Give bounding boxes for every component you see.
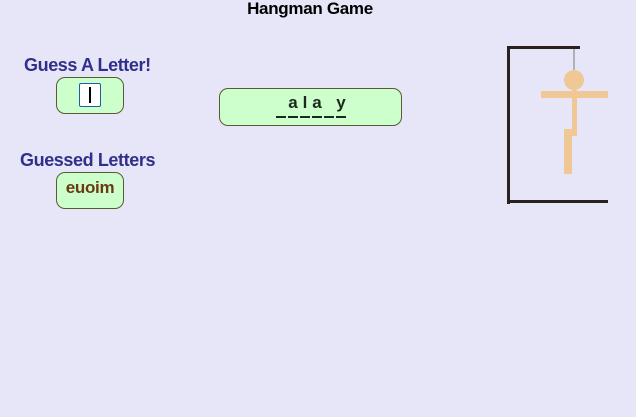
word-slot: y xyxy=(336,94,346,118)
gallows-drawing xyxy=(507,46,608,204)
hangman-head xyxy=(564,70,584,90)
text-cursor xyxy=(89,87,91,103)
word-slot: a xyxy=(288,94,298,118)
guessed-letters-panel: euoim xyxy=(56,172,124,209)
word-slot xyxy=(324,94,334,118)
word-slot: l xyxy=(300,94,310,118)
guess-input-panel xyxy=(56,77,124,114)
word-slot xyxy=(276,94,286,118)
hangman-page: Hangman Game Guess A Letter! Guessed Let… xyxy=(0,0,636,417)
hangman-arms xyxy=(541,91,608,98)
word-panel: a l a y xyxy=(219,88,402,126)
guessed-letters-label: Guessed Letters xyxy=(20,150,156,170)
guessed-letters-value: euoim xyxy=(65,178,115,197)
gallows-base xyxy=(507,200,608,203)
word-display: a l a y xyxy=(276,94,348,118)
word-slot: a xyxy=(312,94,322,118)
page-title: Hangman Game xyxy=(247,0,373,18)
guess-letter-label: Guess A Letter! xyxy=(24,55,151,75)
hangman-leg xyxy=(564,129,572,174)
gallows-post xyxy=(507,46,510,204)
gallows-beam xyxy=(507,46,580,49)
